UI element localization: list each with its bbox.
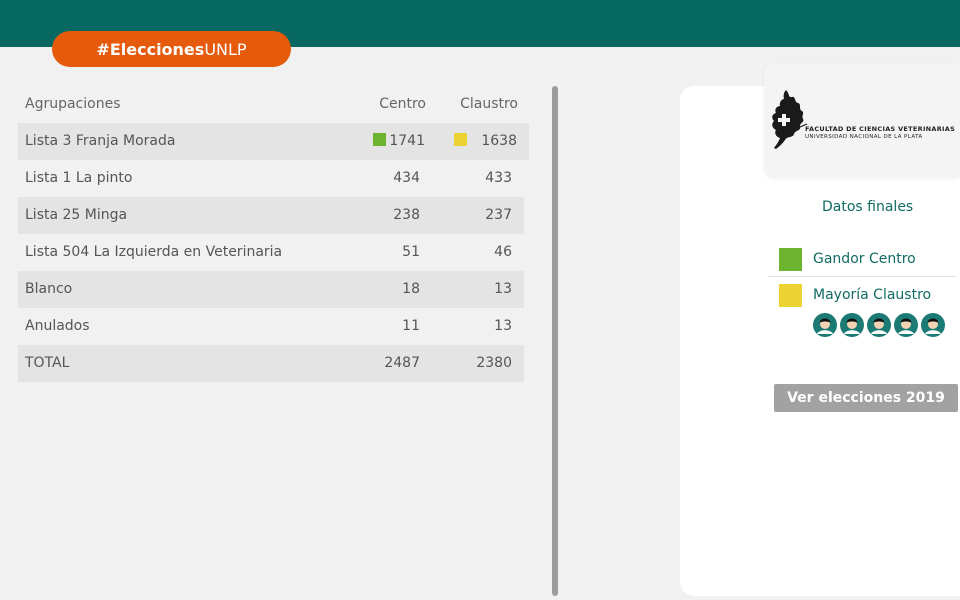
row-name: Anulados [25,318,90,334]
person-avatar-icon [840,313,864,337]
row-claustro: 46 [494,244,512,260]
table-row-total: TOTAL 2487 2380 [18,345,524,382]
scrollbar[interactable] [552,86,558,596]
logo-line-2: UNIVERSIDAD NACIONAL DE LA PLATA [805,134,923,140]
oak-leaf-logo-icon [772,90,808,149]
row-name: Lista 25 Minga [25,207,128,223]
results-table: Agrupaciones Centro Claustro Lista 3 Fra… [18,86,530,382]
centro-winner-swatch [373,133,387,146]
table-row: Lista 25 Minga 238 237 [18,197,524,234]
claustro-seats [813,313,945,337]
header-claustro: Claustro [460,96,518,112]
legend-centro: Gandor Centro [779,247,916,271]
person-avatar-icon [813,313,837,337]
claustro-winner-swatch [454,133,468,146]
row-centro: 11 [402,318,420,334]
row-claustro: 433 [485,170,512,186]
row-centro: 2487 [384,355,420,371]
header-agrupaciones: Agrupaciones [25,96,121,112]
row-claustro: 2380 [476,355,512,371]
row-claustro: 13 [494,281,512,297]
person-avatar-icon [921,313,945,337]
table-row: Lista 3 Franja Morada 1741 1638 [18,123,529,160]
row-centro: 1741 [373,123,425,160]
table-header: Agrupaciones Centro Claustro [18,86,530,123]
ver-elecciones-2019-button[interactable]: Ver elecciones 2019 [774,384,958,412]
row-name: Lista 504 La Izquierda en Veterinaria [25,244,283,260]
legend-claustro-label: Mayoría Claustro [813,287,932,303]
row-centro: 238 [393,207,420,223]
hashtag-bold: #Elecciones [96,39,205,59]
logo-line-1: FACULTAD DE CIENCIAS VETERINARIAS [805,125,956,133]
row-centro: 51 [402,244,420,260]
table-row: Lista 1 La pinto 434 433 [18,160,524,197]
table-row: Blanco 18 13 [18,271,524,308]
faculty-logo-card: FACULTAD DE CIENCIAS VETERINARIAS UNIVER… [764,64,960,178]
table-row: Anulados 11 13 [18,308,524,345]
datos-finales-title: Datos finales [822,199,914,215]
row-claustro: 13 [494,318,512,334]
legend-divider [768,276,956,277]
row-name: TOTAL [25,355,70,371]
person-avatar-icon [894,313,918,337]
row-centro: 18 [402,281,420,297]
row-claustro: 237 [485,207,512,223]
green-swatch [779,247,802,271]
row-centro: 434 [393,170,420,186]
hashtag-pill: #Elecciones UNLP [52,31,291,67]
legend-centro-label: Gandor Centro [813,251,916,267]
row-name: Blanco [25,281,73,297]
row-name: Lista 3 Franja Morada [25,133,176,149]
row-claustro: 1638 [454,123,517,160]
header-centro: Centro [379,96,426,112]
legend-claustro: Mayoría Claustro [779,283,931,307]
yellow-swatch [779,283,802,307]
person-avatar-icon [867,313,891,337]
hashtag-rest: UNLP [204,39,247,59]
table-row: Lista 504 La Izquierda en Veterinaria 51… [18,234,524,271]
row-name: Lista 1 La pinto [25,170,133,186]
